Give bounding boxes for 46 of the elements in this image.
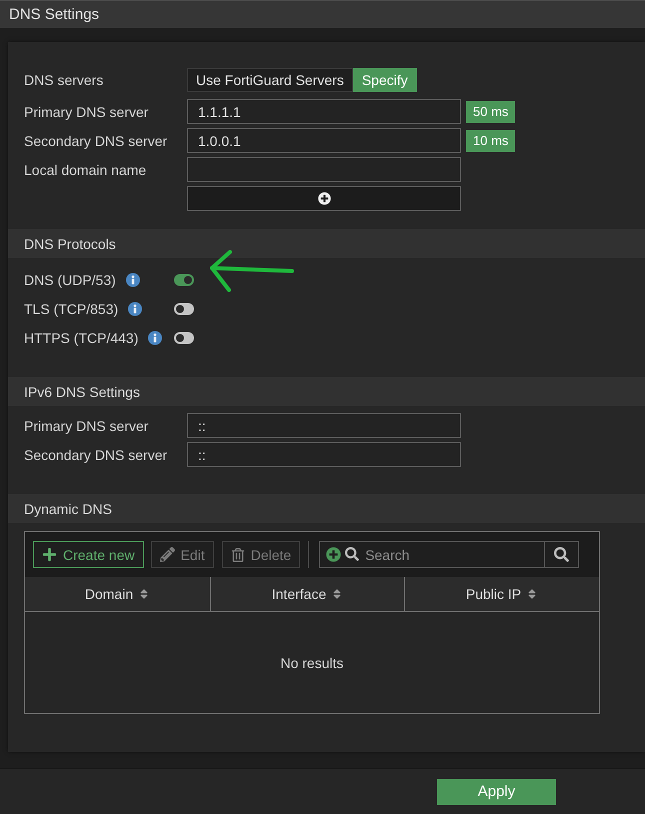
field-label: Local domain name: [24, 162, 146, 178]
option-button[interactable]: Specify: [352, 68, 417, 92]
input-field[interactable]: 1.1.1.1: [187, 99, 461, 124]
info-icon: [128, 302, 142, 316]
search-icon: [345, 547, 360, 561]
toggle-switch[interactable]: [174, 332, 194, 344]
field-label: Primary DNS server: [24, 418, 148, 434]
search-field[interactable]: Search: [319, 541, 544, 568]
info-icon: [126, 272, 140, 286]
apply-button[interactable]: Apply: [437, 778, 556, 804]
empty-message: No results: [280, 654, 344, 670]
info-icon: [148, 330, 162, 344]
protocol-label: HTTPS (TCP/443): [24, 330, 138, 346]
protocol-label: TLS (TCP/853): [24, 300, 118, 316]
option-button[interactable]: Use FortiGuard Servers: [187, 68, 353, 92]
trash-icon: [230, 548, 245, 562]
section-title: Dynamic DNS: [24, 500, 112, 516]
latency-badge: 50 ms: [466, 100, 516, 122]
protocol-label: DNS (UDP/53): [24, 272, 116, 288]
arrow-icon: [208, 249, 295, 293]
input-field[interactable]: ::: [187, 442, 461, 467]
page-title: DNS Settings: [9, 6, 100, 23]
sort-icon: [526, 588, 538, 600]
plus-icon: [42, 547, 57, 562]
search-button[interactable]: [544, 541, 580, 568]
section-title: IPv6 DNS Settings: [24, 384, 140, 400]
sort-icon: [331, 588, 344, 600]
latency-badge: 10 ms: [466, 130, 516, 152]
column-header[interactable]: Domain: [25, 577, 211, 611]
column-header[interactable]: Interface: [211, 577, 405, 611]
toggle-switch[interactable]: [174, 274, 194, 286]
search-icon: [554, 547, 570, 562]
sort-icon: [138, 588, 150, 600]
field-label: Secondary DNS server: [24, 446, 168, 462]
pencil-icon: [160, 547, 175, 562]
column-header[interactable]: Public IP: [405, 577, 599, 611]
field-label: Secondary DNS server: [24, 132, 168, 148]
input-field[interactable]: 1.0.0.1: [187, 128, 461, 153]
add-button[interactable]: [187, 186, 461, 211]
toolbar-button[interactable]: Create new: [33, 541, 144, 568]
toggle-switch[interactable]: [174, 302, 194, 314]
field-label: DNS servers: [24, 72, 104, 88]
input-field[interactable]: [187, 157, 461, 182]
section-title: DNS Protocols: [24, 236, 116, 252]
input-field[interactable]: ::: [187, 413, 461, 438]
field-label: Primary DNS server: [24, 104, 148, 120]
